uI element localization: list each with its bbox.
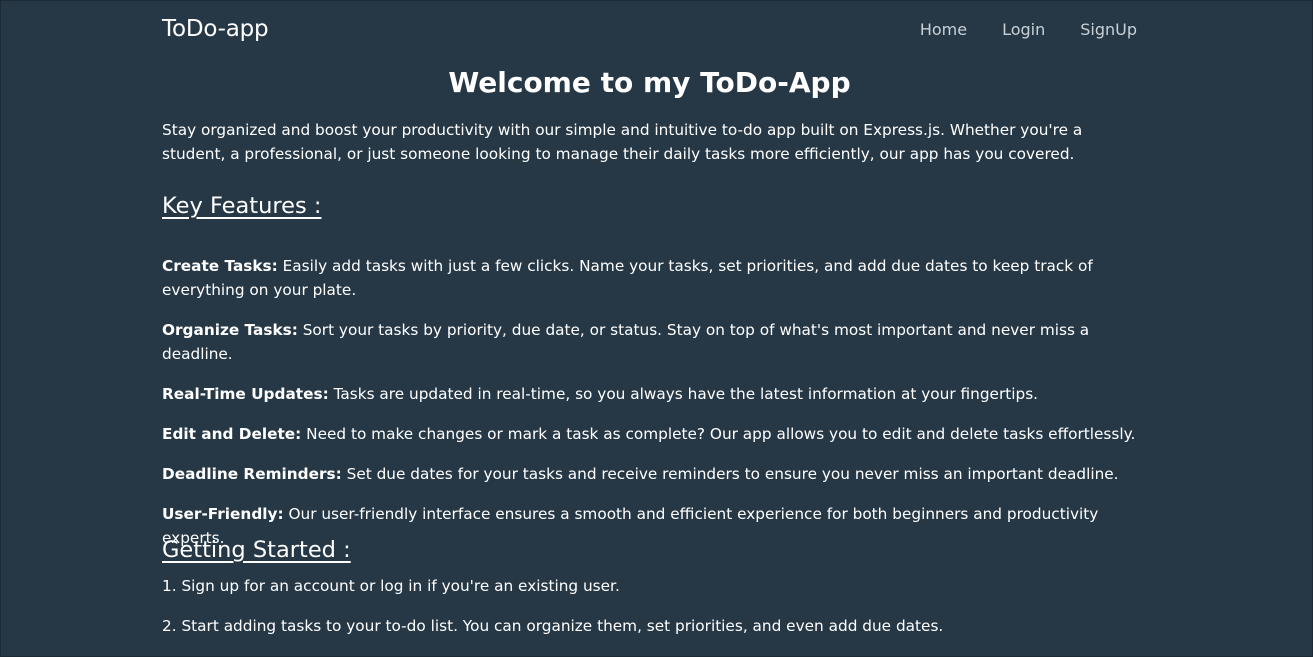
feature-item-real-time-updates: Real-Time Updates: Tasks are updated in …: [162, 382, 1137, 406]
intro-paragraph: Stay organized and boost your productivi…: [162, 121, 1083, 163]
page-title: Welcome to my ToDo-App: [448, 66, 851, 99]
brand-link[interactable]: ToDo-app: [162, 16, 269, 42]
feature-item-organize-tasks: Organize Tasks: Sort your tasks by prior…: [162, 318, 1137, 366]
feature-text: Tasks are updated in real-time, so you a…: [328, 385, 1039, 403]
nav-links: Home Login SignUp: [920, 20, 1137, 39]
nav-home-link[interactable]: Home: [920, 20, 967, 39]
feature-name: Deadline Reminders:: [162, 465, 342, 483]
getting-started-heading: Getting Started :: [162, 537, 351, 563]
feature-name: Create Tasks:: [162, 257, 278, 275]
step-item: 2. Start adding tasks to your to-do list…: [162, 617, 944, 635]
feature-text: Need to make changes or mark a task as c…: [301, 425, 1136, 443]
feature-item-create-tasks: Create Tasks: Easily add tasks with just…: [162, 254, 1137, 302]
nav-signup-link[interactable]: SignUp: [1080, 20, 1137, 39]
step-item: 1. Sign up for an account or log in if y…: [162, 577, 620, 595]
feature-item-deadline-reminders: Deadline Reminders: Set due dates for yo…: [162, 462, 1137, 486]
steps-list: 1. Sign up for an account or log in if y…: [162, 574, 1137, 654]
page-container: ToDo-app Home Login SignUp Welcome to my…: [162, 1, 1137, 635]
feature-name: User-Friendly:: [162, 505, 284, 523]
feature-text: Set due dates for your tasks and receive…: [341, 465, 1119, 483]
navbar: ToDo-app Home Login SignUp: [162, 1, 1137, 59]
feature-name: Edit and Delete:: [162, 425, 302, 443]
feature-name: Organize Tasks:: [162, 321, 298, 339]
feature-text: Sort your tasks by priority, due date, o…: [162, 321, 1090, 363]
feature-text: Easily add tasks with just a few clicks.…: [162, 257, 1093, 299]
feature-name: Real-Time Updates:: [162, 385, 329, 403]
key-features-heading: Key Features :: [162, 193, 322, 219]
feature-list: Create Tasks: Easily add tasks with just…: [162, 254, 1137, 566]
nav-login-link[interactable]: Login: [1002, 20, 1045, 39]
feature-item-edit-delete: Edit and Delete: Need to make changes or…: [162, 422, 1137, 446]
